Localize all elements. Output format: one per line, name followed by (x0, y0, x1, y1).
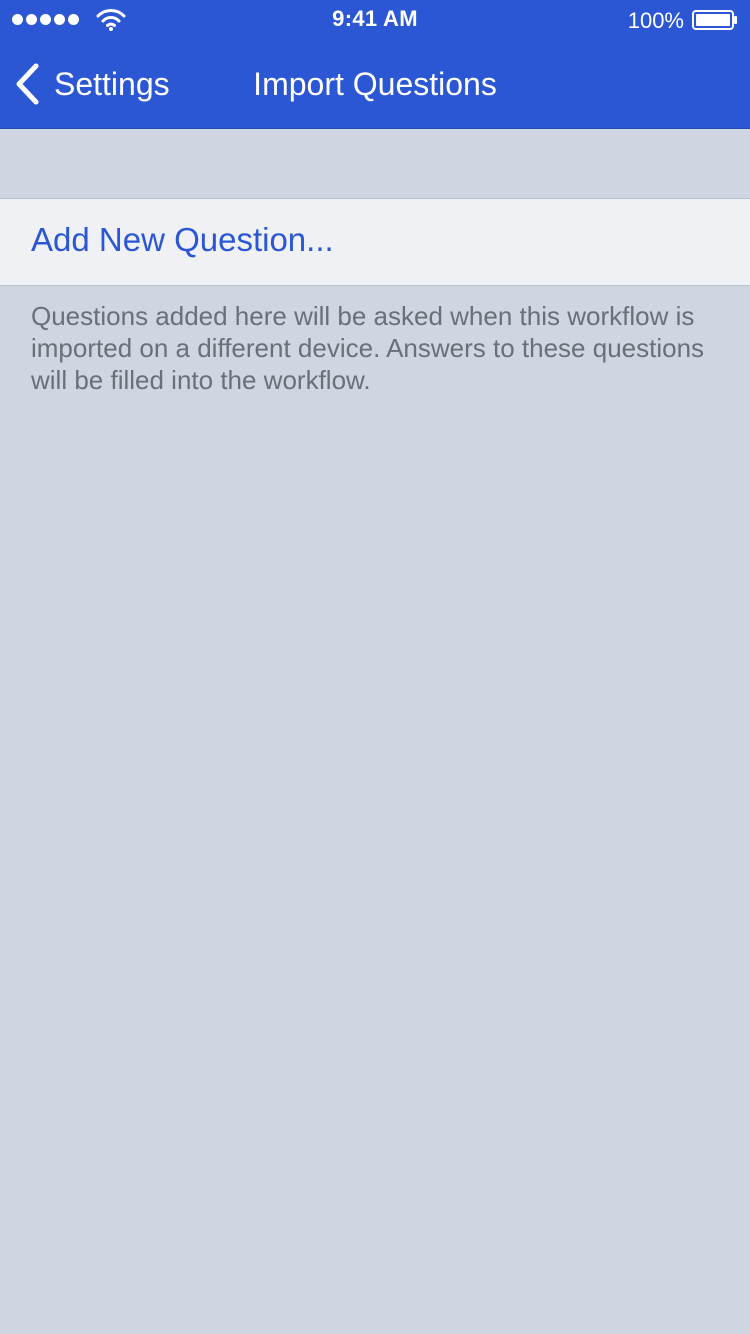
add-new-question-button[interactable]: Add New Question... (0, 198, 750, 286)
add-new-question-label: Add New Question... (31, 221, 334, 258)
battery-icon (692, 10, 737, 30)
navigation-bar: Settings Import Questions (0, 40, 750, 128)
section-footer-note: Questions added here will be asked when … (31, 301, 705, 395)
top-bar: 9:41 AM 100% Settings Import Questions (0, 0, 750, 129)
battery-percent: 100% (627, 8, 684, 33)
status-bar: 9:41 AM 100% (0, 0, 750, 40)
page-title: Import Questions (253, 66, 497, 102)
